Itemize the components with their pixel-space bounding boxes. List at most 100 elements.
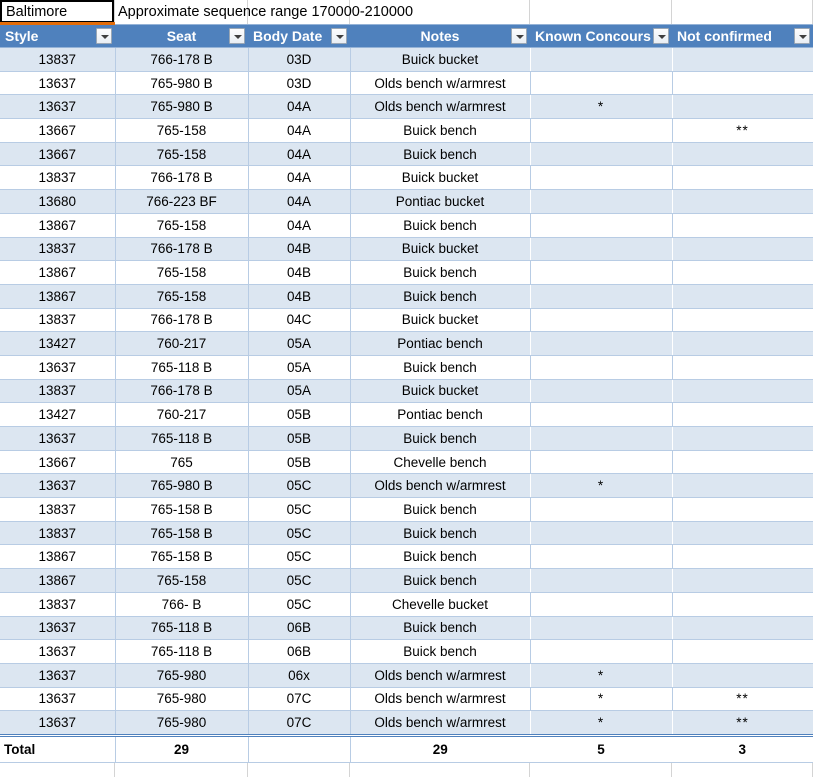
cell-known_concours[interactable] — [530, 592, 673, 617]
cell-style[interactable]: 13680 — [0, 189, 116, 214]
cell-body_date[interactable]: 05C — [248, 521, 351, 546]
cell-body_date[interactable]: 05B — [248, 402, 351, 427]
cell-style[interactable]: 13837 — [0, 521, 116, 546]
cell-body_date[interactable]: 06B — [248, 616, 351, 641]
cell-notes[interactable]: Olds bench w/armrest — [350, 473, 530, 499]
cell-not_confirmed[interactable] — [672, 568, 813, 593]
cell-known_concours[interactable] — [530, 568, 672, 593]
cell-seat[interactable]: 765-118 B — [115, 639, 249, 664]
table-row[interactable]: 13867 765-158 04B Buick bench — [0, 284, 813, 309]
cell-seat[interactable]: 766- B — [115, 592, 249, 617]
cell-notes[interactable]: Buick bench — [350, 260, 531, 285]
cell-known_concours[interactable] — [530, 497, 673, 522]
cell-body_date[interactable]: 04A — [248, 189, 351, 214]
cell-style[interactable]: 13837 — [0, 237, 116, 262]
cell-notes[interactable]: Olds bench w/armrest — [350, 663, 530, 688]
cell-style[interactable]: 13637 — [0, 687, 116, 712]
table-row[interactable]: 13867 765-158 B 05C Buick bench — [0, 544, 813, 570]
cell-seat[interactable]: 765-158 B — [115, 544, 249, 570]
cell-notes[interactable]: Buick bench — [350, 426, 530, 451]
cell-body_date[interactable]: 03D — [248, 47, 351, 72]
cell-seat[interactable]: 766-223 BF — [115, 189, 249, 214]
cell-notes[interactable]: Buick bucket — [350, 47, 530, 72]
table-row[interactable]: 13637 765-118 B 06B Buick bench — [0, 616, 813, 641]
cell-notes[interactable]: Buick bucket — [350, 379, 530, 404]
cell-not_confirmed[interactable] — [672, 237, 813, 262]
cell-seat[interactable]: 766-178 B — [115, 165, 249, 191]
cell-known_concours[interactable] — [530, 616, 672, 641]
cell-body_date[interactable]: 05B — [248, 450, 351, 475]
table-row[interactable]: 13837 766-178 B 05A Buick bucket — [0, 379, 813, 404]
cell-not_confirmed[interactable] — [672, 165, 813, 191]
table-row[interactable]: 13837 766-178 B 03D Buick bucket — [0, 47, 813, 72]
cell-seat[interactable]: 765-118 B — [115, 355, 249, 380]
cell-not_confirmed[interactable] — [672, 213, 813, 238]
cell-not_confirmed[interactable] — [672, 639, 813, 664]
cell-known_concours[interactable] — [530, 71, 673, 96]
table-row[interactable]: 13637 765-980 B 03D Olds bench w/armrest — [0, 71, 813, 96]
cell-style[interactable]: 13837 — [0, 165, 116, 191]
cell-notes[interactable]: Pontiac bench — [350, 402, 531, 427]
column-header-body-date[interactable]: Body Date — [248, 24, 350, 48]
table-row[interactable]: 13637 765-980 07C Olds bench w/armrest * ** — [0, 710, 813, 736]
filter-dropdown-icon-notes[interactable] — [511, 28, 527, 44]
cell-body_date[interactable]: 04A — [248, 118, 351, 143]
cell-style[interactable]: 13667 — [0, 118, 116, 143]
cell-style[interactable]: 13637 — [0, 616, 116, 641]
cell-not_confirmed[interactable] — [672, 521, 813, 546]
active-cell-baltimore[interactable]: Baltimore — [0, 0, 114, 23]
cell-not_confirmed[interactable] — [672, 379, 813, 404]
cell-style[interactable]: 13867 — [0, 568, 116, 593]
cell-seat[interactable]: 765-158 — [115, 284, 249, 309]
cell-notes[interactable]: Buick bench — [350, 568, 530, 593]
cell-not_confirmed[interactable] — [672, 663, 813, 688]
column-header-notes[interactable]: Notes — [350, 24, 530, 48]
cell-seat[interactable]: 765-980 — [115, 687, 249, 712]
cell-not_confirmed[interactable] — [672, 544, 813, 570]
table-row[interactable]: 13637 765-980 B 04A Olds bench w/armrest * — [0, 94, 813, 120]
cell-not_confirmed[interactable] — [672, 426, 813, 451]
cell-style[interactable]: 13667 — [0, 142, 116, 167]
cell-known_concours[interactable]: * — [530, 687, 673, 712]
cell-not_confirmed[interactable] — [672, 592, 813, 617]
cell-known_concours[interactable] — [530, 521, 672, 546]
table-row[interactable]: 13837 765-158 B 05C Buick bench — [0, 521, 813, 546]
cell-seat[interactable]: 760-217 — [115, 402, 249, 427]
cell-not_confirmed[interactable] — [672, 189, 813, 214]
cell-body_date[interactable]: 05A — [248, 355, 351, 380]
cell-known_concours[interactable] — [530, 165, 673, 191]
total-cell-label[interactable]: Total — [0, 733, 116, 763]
cell-known_concours[interactable]: * — [530, 473, 672, 499]
cell-style[interactable]: 13837 — [0, 497, 116, 522]
cell-body_date[interactable]: 04A — [248, 142, 351, 167]
cell-not_confirmed[interactable]: ** — [672, 710, 813, 736]
cell-style[interactable]: 13867 — [0, 213, 116, 238]
cell-style[interactable]: 13637 — [0, 473, 116, 499]
table-row[interactable]: 13427 760-217 05A Pontiac bench — [0, 331, 813, 356]
cell-seat[interactable]: 766-178 B — [115, 379, 249, 404]
cell-not_confirmed[interactable] — [672, 355, 813, 380]
cell-notes[interactable]: Buick bucket — [350, 165, 531, 191]
cell-seat[interactable]: 760-217 — [115, 331, 249, 356]
column-header-known-concours[interactable]: Known Concours — [530, 24, 672, 48]
cell-notes[interactable]: Buick bucket — [350, 237, 530, 262]
cell-seat[interactable]: 765-980 — [115, 663, 249, 688]
cell-notes[interactable]: Buick bench — [350, 355, 531, 380]
cell-notes[interactable]: Pontiac bench — [350, 331, 530, 356]
filter-dropdown-icon-body-date[interactable] — [331, 28, 347, 44]
cell-body_date[interactable]: 05B — [248, 426, 351, 451]
cell-not_confirmed[interactable] — [672, 284, 813, 309]
cell-seat[interactable]: 765-980 B — [115, 473, 249, 499]
cell-known_concours[interactable] — [530, 189, 672, 214]
table-row[interactable]: 13637 765-980 06x Olds bench w/armrest * — [0, 663, 813, 688]
cell-body_date[interactable]: 03D — [248, 71, 351, 96]
cell-seat[interactable]: 765-158 — [115, 118, 249, 143]
table-row[interactable]: 13637 765-118 B 06B Buick bench — [0, 639, 813, 664]
cell-notes[interactable]: Buick bench — [350, 544, 531, 570]
table-row[interactable]: 13837 766-178 B 04B Buick bucket — [0, 237, 813, 262]
cell-body_date[interactable]: 05C — [248, 473, 351, 499]
table-row[interactable]: 13637 765-980 B 05C Olds bench w/armrest * — [0, 473, 813, 499]
total-cell-seat_count[interactable]: 29 — [115, 733, 249, 763]
cell-not_confirmed[interactable] — [672, 497, 813, 522]
cell-known_concours[interactable] — [530, 450, 673, 475]
